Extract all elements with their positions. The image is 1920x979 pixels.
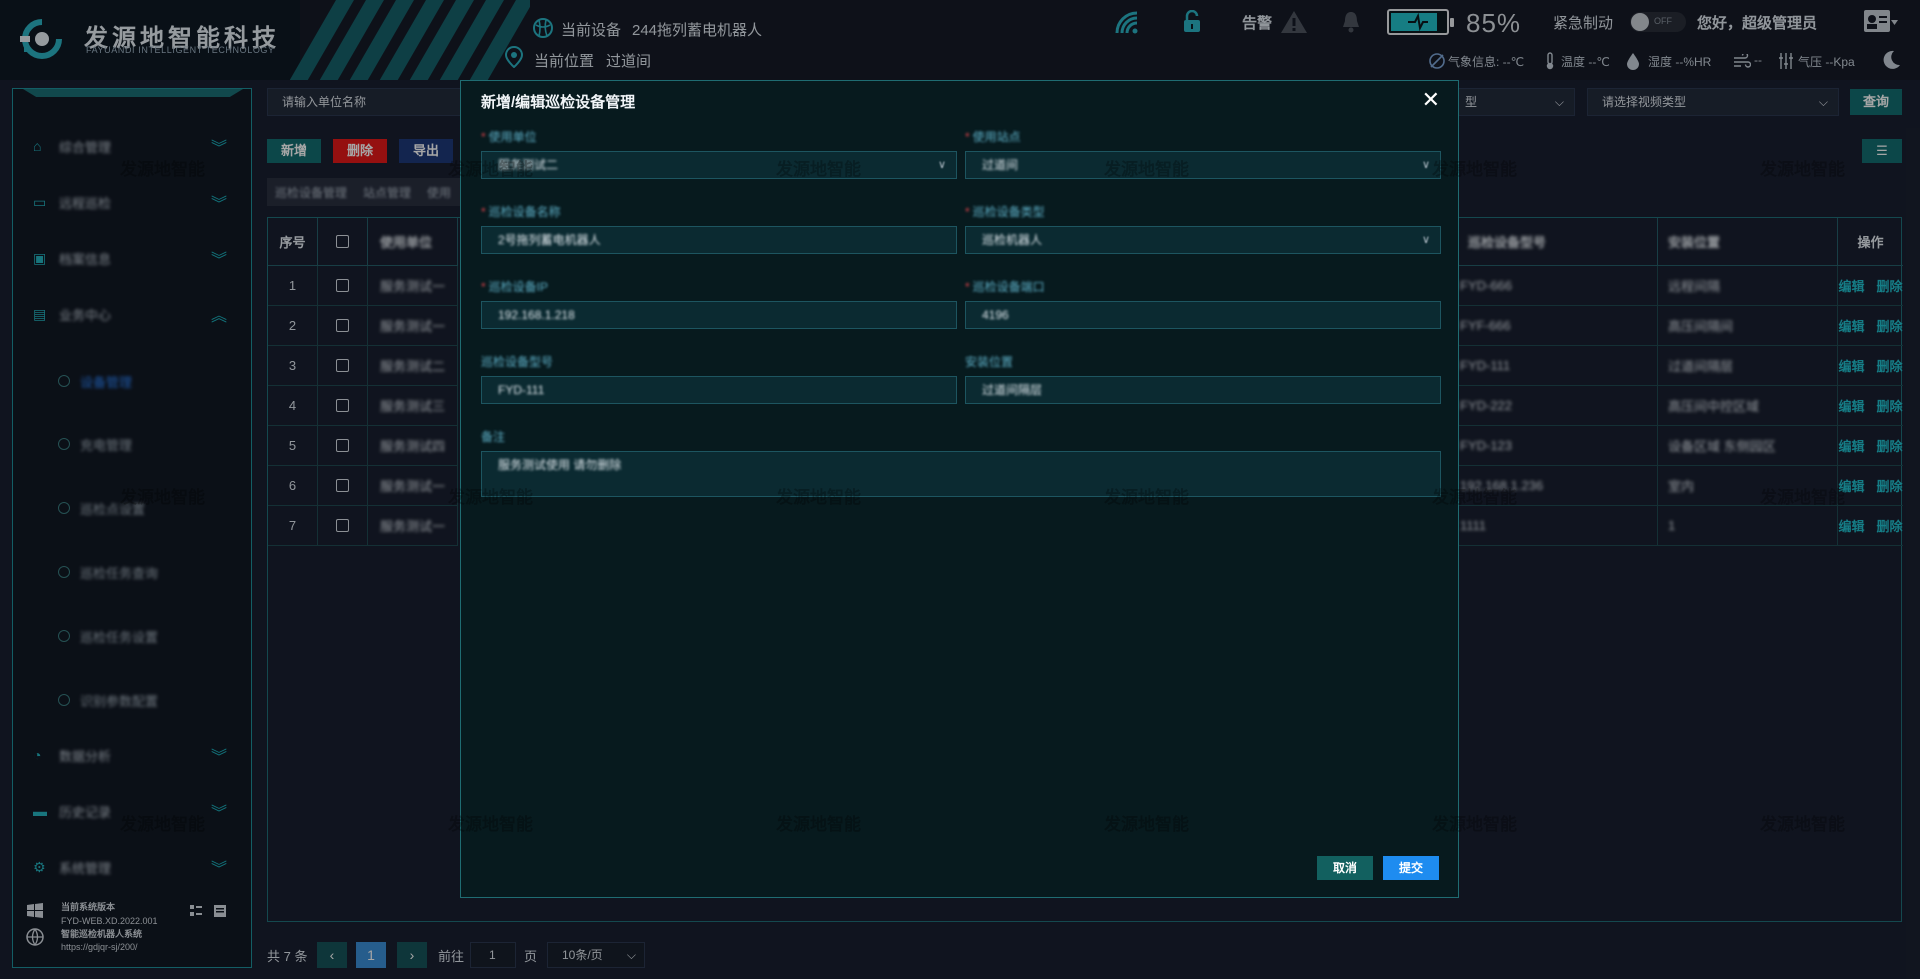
submit-button[interactable]: 提交 [1383,856,1439,880]
device-type-select[interactable]: 巡检机器人 ∨ [965,226,1441,254]
chevron-down-icon: ∨ [1421,159,1430,171]
device-edit-dialog: 新增/编辑巡检设备管理 ✕ * 使用单位 服务测试二 ∨ * 使用站点 过道间 ∨ … [460,80,1459,898]
remark-value: 服务测试使用 请勿删除 [498,458,622,472]
install-location-input[interactable]: 过道间隔层 [965,376,1441,404]
chevron-down-icon: ∨ [1421,234,1430,246]
site-select[interactable]: 过道间 ∨ [965,151,1441,179]
install-location-value: 过道间隔层 [982,383,1043,397]
device-port-input[interactable]: 4196 [965,301,1441,329]
unit-select[interactable]: 服务测试二 ∨ [481,151,957,179]
close-icon[interactable]: ✕ [1422,87,1440,113]
cancel-button[interactable]: 取消 [1317,856,1373,880]
device-ip-input[interactable]: 192.168.1.218 [481,301,957,329]
device-type-label: * 巡检设备类型 [965,205,1045,219]
device-type-value: 巡检机器人 [982,233,1043,247]
install-location-label: 安装位置 [965,355,1014,369]
device-name-value: 2号拖列蓄电机器人 [498,233,601,247]
device-model-label: 巡检设备型号 [481,355,554,369]
device-name-label: * 巡检设备名称 [481,205,561,219]
device-model-input[interactable]: FYD-111 [481,376,957,404]
site-select-value: 过道间 [982,158,1019,172]
site-field-label: * 使用站点 [965,130,1021,144]
device-ip-label: * 巡检设备IP [481,280,549,294]
unit-select-value: 服务测试二 [498,158,559,172]
unit-field-label: * 使用单位 [481,130,537,144]
remark-label: 备注 [481,430,506,444]
device-name-input[interactable]: 2号拖列蓄电机器人 [481,226,957,254]
chevron-down-icon: ∨ [937,159,946,171]
device-port-label: * 巡检设备端口 [965,280,1045,294]
device-port-value: 4196 [982,308,1009,322]
dialog-title: 新增/编辑巡检设备管理 [481,94,636,111]
device-model-value: FYD-111 [498,383,545,397]
remark-textarea[interactable]: 服务测试使用 请勿删除 [481,451,1441,497]
device-ip-value: 192.168.1.218 [498,308,575,322]
